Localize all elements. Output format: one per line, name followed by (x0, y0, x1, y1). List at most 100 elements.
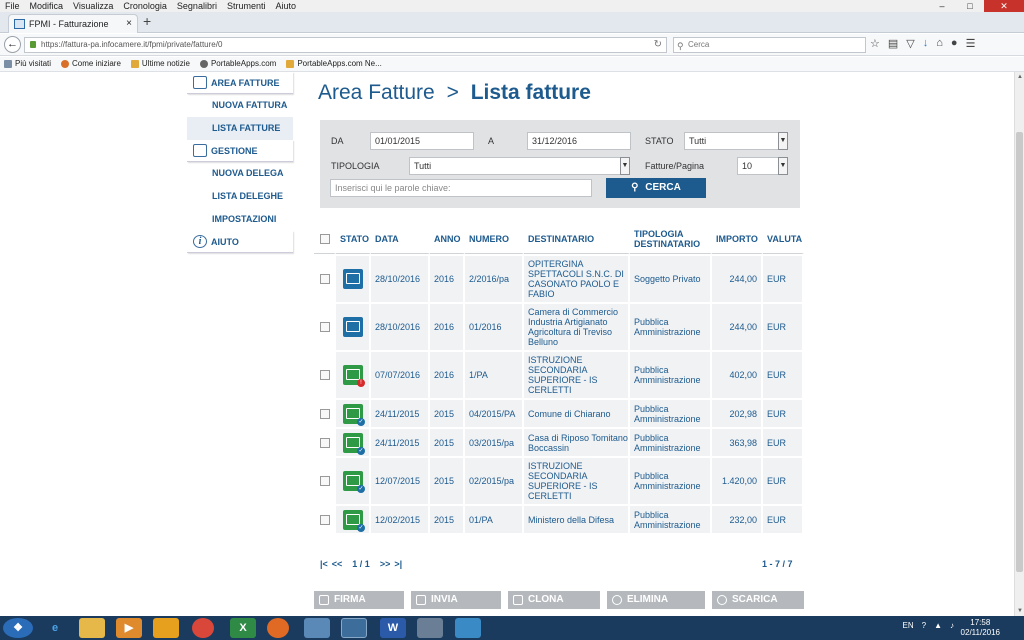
tray-expand-icon[interactable]: ▲ (934, 621, 942, 630)
header-importo[interactable]: IMPORTO (712, 224, 763, 254)
app-icon[interactable] (304, 618, 330, 638)
chrome-icon[interactable] (192, 618, 214, 638)
firefox-icon[interactable] (267, 618, 289, 638)
excel-icon[interactable]: X (230, 618, 256, 638)
sidebar-item-nuova-fattura[interactable]: NUOVA FATTURA (187, 94, 293, 117)
invoice-error-icon[interactable]: ! (343, 365, 365, 387)
header-destinatario[interactable]: DESTINATARIO (524, 224, 630, 254)
reload-icon[interactable]: ↻ (654, 38, 662, 52)
sidebar-section-gestione[interactable]: GESTIONE (187, 140, 293, 162)
scroll-up-icon[interactable]: ▲ (1017, 74, 1023, 80)
firefox-active-icon[interactable] (341, 618, 367, 638)
table-row[interactable]: 28/10/2016 2016 2/2016/pa OPITERGINA SPETTA… (314, 256, 804, 304)
office-icon[interactable] (153, 618, 179, 638)
invoice-delivered-icon[interactable]: ✓ (343, 403, 365, 426)
row-checkbox[interactable] (320, 322, 330, 332)
tipologia-select[interactable]: Tutti ▼ (409, 157, 630, 175)
row-checkbox[interactable] (320, 408, 330, 419)
sidebar-item-lista-deleghe[interactable]: LISTA DELEGHE (187, 185, 293, 208)
maximize-icon[interactable]: □ (956, 0, 984, 12)
next-page-button[interactable]: >> (380, 559, 391, 569)
pocket-icon[interactable]: ▽ (906, 37, 914, 50)
invoice-sent-icon[interactable] (343, 269, 363, 289)
menu-visualizza[interactable]: Visualizza (68, 0, 118, 12)
chat-icon[interactable]: ● (951, 37, 958, 50)
menu-segnalibri[interactable]: Segnalibri (172, 0, 222, 12)
elimina-button[interactable]: ELIMINA (607, 591, 705, 609)
scroll-thumb[interactable] (1016, 132, 1023, 572)
table-row[interactable]: ✓ 24/11/2015 2015 03/2015/pa Casa di Riposo … (314, 429, 804, 458)
header-stato[interactable]: STATO (336, 224, 371, 254)
firma-button[interactable]: FIRMA (314, 591, 404, 609)
scroll-down-icon[interactable]: ▼ (1017, 608, 1023, 614)
new-tab-icon[interactable]: + (143, 13, 151, 29)
select-all-checkbox[interactable] (320, 233, 330, 244)
table-row[interactable]: ! 07/07/2016 2016 1/PA ISTRUZIONE SECONDARIA… (314, 352, 804, 400)
row-checkbox[interactable] (320, 437, 330, 448)
last-page-button[interactable]: >| (394, 559, 402, 569)
network-app-icon[interactable] (455, 618, 481, 638)
menu-cronologia[interactable]: Cronologia (118, 0, 172, 12)
close-window-icon[interactable]: ✕ (984, 0, 1024, 12)
table-row[interactable]: ✓ 12/07/2015 2015 02/2015/pa ISTRUZIONE SECO… (314, 458, 804, 506)
sidebar-section-aiuto[interactable]: i AIUTO (187, 231, 293, 253)
invia-button[interactable]: INVIA (411, 591, 501, 609)
header-numero[interactable]: NUMERO (465, 224, 524, 254)
url-bar[interactable]: https://fattura-pa.infocamere.it/fpmi/pr… (24, 37, 667, 53)
sidebar-item-nuova-delega[interactable]: NUOVA DELEGA (187, 162, 293, 185)
stato-select[interactable]: Tutti ▼ (684, 132, 788, 150)
chevron-down-icon[interactable]: ▼ (620, 157, 630, 175)
chevron-down-icon[interactable]: ▼ (778, 132, 788, 150)
reading-list-icon[interactable]: ▤ (888, 37, 898, 50)
bookmark-come-iniziare[interactable]: Come iniziare (61, 57, 121, 71)
scarica-button[interactable]: SCARICA (712, 591, 804, 609)
row-checkbox[interactable] (320, 274, 330, 284)
bookmark-star-icon[interactable]: ☆ (870, 37, 880, 50)
first-page-button[interactable]: |< (320, 559, 328, 569)
home-icon[interactable]: ⌂ (936, 37, 943, 50)
hamburger-menu-icon[interactable]: ☰ (966, 37, 976, 50)
date-from-input[interactable]: 01/01/2015 (370, 132, 474, 150)
date-to-input[interactable]: 31/12/2016 (527, 132, 631, 150)
menu-aiuto[interactable]: Aiuto (270, 0, 301, 12)
menu-file[interactable]: File (0, 0, 25, 12)
sidebar-item-lista-fatture[interactable]: LISTA FATTURE (187, 117, 293, 140)
prev-page-button[interactable]: << (332, 559, 343, 569)
media-player-icon[interactable]: ▶ (116, 618, 142, 638)
back-arrow-icon[interactable]: ← (4, 36, 21, 53)
page-scrollbar[interactable]: ▲ ▼ (1014, 72, 1024, 616)
invoice-delivered-icon[interactable]: ✓ (343, 509, 365, 532)
invoice-delivered-icon[interactable]: ✓ (343, 432, 365, 455)
sidebar-item-impostazioni[interactable]: IMPOSTAZIONI (187, 208, 293, 231)
header-valuta[interactable]: VALUTA (763, 224, 804, 254)
invoice-delivered-icon[interactable]: ✓ (343, 471, 365, 493)
bookmark-piu-visitati[interactable]: Più visitati (4, 57, 51, 71)
menu-strumenti[interactable]: Strumenti (222, 0, 271, 12)
minimize-icon[interactable]: – (928, 0, 956, 12)
row-checkbox[interactable] (320, 476, 330, 486)
clona-button[interactable]: CLONA (508, 591, 600, 609)
help-icon[interactable]: ? (922, 621, 926, 630)
table-row[interactable]: 28/10/2016 2016 01/2016 Camera di Commercio… (314, 304, 804, 352)
browser-tab[interactable]: FPMI - Fatturazione elettro... × (8, 14, 138, 47)
sidebar-section-area-fatture[interactable]: AREA FATTURE (187, 72, 293, 94)
internet-explorer-icon[interactable]: e (42, 618, 68, 638)
invoice-sent-icon[interactable] (343, 317, 363, 337)
tool-icon[interactable] (417, 618, 443, 638)
search-button[interactable]: ⚲ CERCA (606, 178, 706, 198)
word-icon[interactable]: W (380, 618, 406, 638)
table-row[interactable]: ✓ 24/11/2015 2015 04/2015/PA Comune di Chiar… (314, 400, 804, 429)
bookmark-portableapps-news[interactable]: PortableApps.com Ne... (286, 57, 382, 71)
breadcrumb-area[interactable]: Area Fatture (318, 81, 435, 104)
browser-search-input[interactable]: ⚲ Cerca (673, 37, 866, 53)
row-checkbox[interactable] (320, 370, 330, 380)
download-icon[interactable]: ↓ (923, 37, 929, 50)
header-anno[interactable]: ANNO (430, 224, 465, 254)
tab-close-icon[interactable]: × (126, 15, 132, 33)
keywords-input[interactable]: Inserisci qui le parole chiave: (330, 179, 592, 197)
bookmark-ultime-notizie[interactable]: Ultime notizie (130, 57, 190, 71)
file-explorer-icon[interactable] (79, 618, 105, 638)
menu-modifica[interactable]: Modifica (25, 0, 69, 12)
start-button-icon[interactable]: ❖ (3, 618, 33, 638)
header-tipologia[interactable]: TIPOLOGIA DESTINATARIO (630, 224, 712, 254)
